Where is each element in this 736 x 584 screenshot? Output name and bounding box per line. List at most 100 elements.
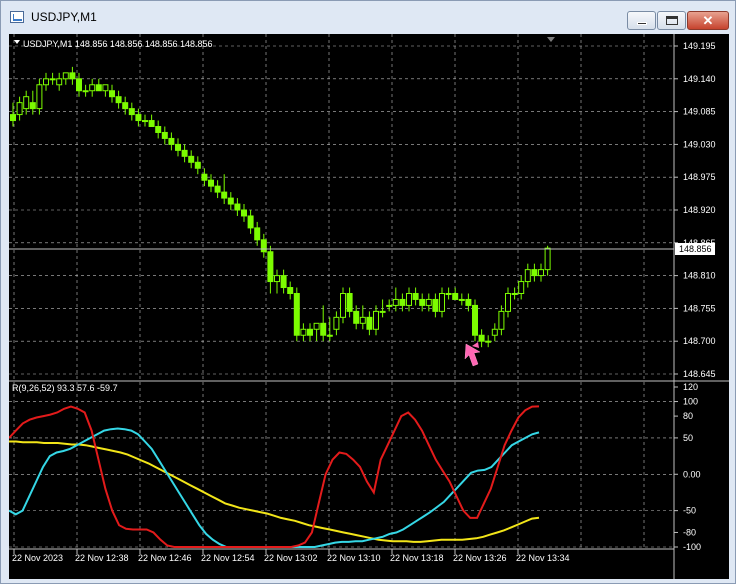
candle-body (478, 334, 485, 342)
candle-body (267, 251, 274, 283)
candle-body (386, 304, 393, 307)
candle-body (511, 292, 518, 295)
chart-window: USDJPY,M1 ✕ 149.195 149.140 149.085 149.030… (0, 0, 736, 584)
candle-body (208, 179, 214, 187)
candle-body (491, 328, 498, 336)
candle-body (320, 322, 327, 336)
candle-body (49, 78, 56, 81)
candle-body (82, 90, 89, 93)
candle-body (221, 191, 228, 199)
candle-body (353, 310, 360, 324)
price-tick-label: 148.975 (683, 172, 716, 182)
candle-body (102, 84, 109, 92)
candle-body (135, 114, 142, 122)
title-bar[interactable]: USDJPY,M1 ✕ (1, 1, 735, 33)
grid (9, 34, 673, 548)
time-tick-label: 22 Nov 12:46 (138, 553, 192, 563)
candle-body (122, 102, 129, 110)
price-tick-label: 149.030 (683, 139, 716, 149)
chart-window-icon (10, 11, 24, 23)
price-tick-label: 149.140 (683, 74, 716, 84)
candle-body (109, 90, 115, 98)
maximize-button[interactable] (657, 11, 686, 30)
candle-body (359, 316, 366, 324)
chart-area[interactable]: 149.195 149.140 149.085 149.030 148.975 148.9… (9, 34, 729, 579)
candle-body (247, 215, 254, 229)
candle-body (234, 203, 241, 211)
candle-body (16, 102, 23, 116)
candle-body (274, 275, 280, 283)
indicator-tick-label: -100 (683, 542, 701, 552)
candle-body (432, 298, 439, 312)
time-tick-label: 22 Nov 13:34 (516, 553, 570, 563)
candle-body (406, 292, 412, 306)
price-tick-label: 149.085 (683, 107, 716, 117)
time-tick-label: 22 Nov 13:26 (453, 553, 507, 563)
candle-body (62, 72, 69, 80)
candle-body (260, 239, 267, 253)
candle-body (201, 173, 208, 181)
candle-body (254, 227, 261, 241)
candle-body (425, 298, 432, 306)
close-button[interactable]: ✕ (687, 11, 729, 30)
candle-body (538, 269, 544, 277)
close-icon: ✕ (702, 13, 714, 28)
price-tick-label: 148.920 (683, 205, 716, 215)
candle-body (128, 108, 135, 116)
candle-body (472, 304, 478, 336)
candle-body (161, 131, 168, 139)
chart-menu-icon[interactable] (14, 40, 20, 44)
candle-body (505, 292, 511, 312)
candle-body (518, 281, 525, 294)
buy-arrow-icon (464, 342, 481, 367)
candle-body (366, 316, 373, 330)
candle-body (445, 292, 452, 295)
candle-body (544, 247, 551, 271)
time-tick-label: 22 Nov 13:02 (264, 553, 318, 563)
indicator-tick-label: -80 (683, 527, 696, 537)
candle-body (524, 269, 531, 283)
candle-body (168, 137, 175, 145)
candle-body (148, 120, 155, 128)
indicator-tick-label: 120 (683, 382, 698, 392)
chart-canvas[interactable]: 149.195 149.140 149.085 149.030 148.975 148.9… (9, 34, 729, 579)
price-tick-label: 148.700 (683, 336, 716, 346)
shift-marker-icon[interactable] (547, 37, 555, 42)
indicator-header: R(9,26,52) 93.3 57.6 -59.7 (12, 383, 118, 393)
indicator-axis: 120 100 80 50 0.00 -50 -80 -100 (674, 382, 701, 552)
price-tick-label: 148.810 (683, 271, 716, 281)
candle-body (399, 298, 406, 306)
time-tick-label: 22 Nov 12:54 (201, 553, 255, 563)
candle-body (115, 96, 122, 104)
candle-body (95, 84, 102, 92)
indicator-lines (9, 405, 540, 548)
time-tick-label: 22 Nov 2023 (12, 553, 63, 563)
indicator-tick-label: 0.00 (683, 469, 701, 479)
candle-body (326, 334, 333, 337)
minimize-button[interactable] (627, 11, 656, 30)
candle-body (340, 292, 346, 318)
candle-body (175, 143, 181, 151)
candle-body (69, 72, 76, 80)
candle-body (280, 275, 287, 289)
indicator-tick-label: 50 (683, 433, 693, 443)
candle-body (458, 298, 465, 301)
candle-body (307, 328, 313, 336)
indicator-line-9 (9, 405, 540, 548)
candle-body (287, 287, 294, 294)
candles (10, 66, 551, 348)
candle-body (43, 78, 49, 86)
price-axis: 149.195 149.140 149.085 149.030 148.975 148.9… (674, 41, 716, 379)
candle-body (227, 197, 234, 205)
time-tick-label: 22 Nov 12:38 (75, 553, 129, 563)
candle-body (241, 209, 247, 217)
candle-body (181, 149, 188, 157)
candle-body (531, 269, 538, 277)
indicator-line-52 (9, 440, 540, 543)
current-price-tag: 148.856 (9, 243, 715, 255)
candle-body (293, 292, 300, 336)
window-title: USDJPY,M1 (31, 10, 97, 24)
candle-body (465, 298, 472, 306)
candle-body (36, 84, 43, 110)
candle-body (412, 292, 419, 300)
